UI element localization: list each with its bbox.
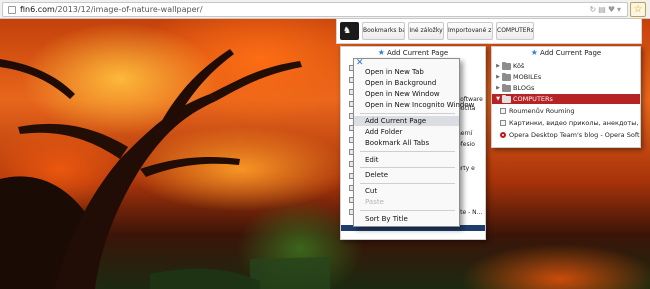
bookmark-item[interactable]: Opera Desktop Team's blog - Opera Soft..…: [492, 130, 640, 140]
folder-row-mobiles[interactable]: ▶ MOBILEs: [492, 72, 640, 82]
page-icon: [500, 108, 506, 114]
bookmark-label: Roumenův Rouming: [509, 107, 575, 115]
dropdown-icon[interactable]: ▾: [617, 5, 623, 14]
folder-label: MOBILEs: [513, 73, 542, 81]
expand-arrow-icon[interactable]: ▶: [495, 61, 501, 71]
folder-icon: [502, 95, 511, 103]
star-icon: ★: [377, 48, 385, 57]
url-path: /2013/12/image-of-nature-wallpaper/: [54, 5, 203, 14]
menu-open-incognito[interactable]: Open in New Incognito Window: [365, 100, 474, 110]
collapse-arrow-icon[interactable]: ▼: [495, 94, 501, 104]
page-icon: [8, 6, 16, 14]
page-icon: [500, 120, 506, 126]
folder-row-blogs[interactable]: ▶ BLOGs: [492, 83, 640, 93]
opera-icon: [500, 132, 506, 138]
importovane-button[interactable]: Importované z...: [447, 22, 493, 40]
menu-open-background[interactable]: Open in Background: [365, 78, 436, 88]
ine-zalozky-button[interactable]: Iné záložky: [408, 22, 444, 40]
speed-dial-icon[interactable]: ▤: [598, 5, 608, 14]
add-current-page-header[interactable]: ★ Add Current Page: [341, 47, 485, 58]
address-bar: fin6.com/2013/12/image-of-nature-wallpap…: [0, 0, 650, 19]
bookmark-item[interactable]: Roumenův Rouming: [492, 106, 640, 116]
bookmark-label: Opera Desktop Team's blog - Opera Soft..…: [509, 131, 640, 139]
url-text[interactable]: fin6.com/2013/12/image-of-nature-wallpap…: [20, 4, 203, 16]
menu-open-new-tab[interactable]: Open in New Tab: [365, 67, 424, 77]
header-label: Add Current Page: [386, 49, 449, 57]
menu-delete[interactable]: Delete: [365, 170, 388, 180]
expand-arrow-icon[interactable]: ▶: [495, 83, 501, 93]
add-current-page-header[interactable]: ★ Add Current Page: [492, 47, 640, 58]
url-field[interactable]: fin6.com/2013/12/image-of-nature-wallpap…: [2, 2, 628, 17]
computers-button[interactable]: COMPUTERs: [496, 22, 534, 40]
bookmark-label: Картинки, видео приколы, анекдоты, с...: [509, 119, 640, 127]
url-action-icons: ↻▤♥▾: [590, 5, 623, 15]
folder-label: BLOGs: [513, 84, 535, 92]
menu-edit[interactable]: Edit: [365, 155, 379, 165]
menu-separator: [360, 113, 455, 114]
bookmarks-bar-button[interactable]: Bookmarks bar: [362, 22, 405, 40]
bookmark-star-button[interactable]: ☆: [630, 2, 646, 17]
menu-bookmark-all-tabs[interactable]: Bookmark All Tabs: [365, 138, 429, 148]
refresh-icon[interactable]: ↻: [590, 5, 599, 14]
star-icon: ★: [530, 48, 538, 57]
folder-row-kos[interactable]: ▶ Kôš: [492, 61, 640, 71]
menu-cut[interactable]: Cut: [365, 186, 377, 196]
folder-label: COMPUTERs: [513, 95, 553, 103]
bookmark-item[interactable]: Картинки, видео приколы, анекдоты, с...: [492, 118, 640, 128]
url-host: fin6.com: [20, 5, 55, 14]
menu-paste: Paste: [365, 198, 384, 206]
folder-row-computers[interactable]: ▼ COMPUTERs: [492, 94, 640, 104]
x-icon[interactable]: ✕: [356, 59, 364, 68]
menu-sort-by-title[interactable]: Sort By Title: [365, 214, 408, 224]
menu-separator: [360, 183, 455, 184]
menu-open-new-window[interactable]: Open in New Window: [365, 89, 440, 99]
folder-label: Kôš: [513, 62, 525, 70]
menu-separator: [360, 151, 455, 152]
bookmarks-toolbar: ♞ Bookmarks bar Iné záložky Importované …: [336, 19, 642, 44]
menu-add-current-page[interactable]: Add Current Page: [354, 116, 459, 126]
bookmarks-pane-right: ★ Add Current Page ▶ Kôš ▶ MOBILEs ▶ BLOGs ▼…: [491, 46, 641, 148]
folder-icon: [502, 73, 511, 81]
bookmark-thumb-icon: ♞: [343, 26, 352, 36]
menu-separator: [360, 210, 455, 211]
star-icon: ☆: [633, 4, 643, 15]
peek-text: ste - N...: [457, 209, 483, 216]
folder-icon: [502, 84, 511, 92]
header-label: Add Current Page: [539, 49, 602, 57]
folder-icon: [502, 62, 511, 70]
heart-icon[interactable]: ♥: [608, 5, 617, 14]
context-menu: ✕ Open in New Tab Open in Background Ope…: [353, 58, 474, 227]
menu-add-folder[interactable]: Add Folder: [365, 127, 402, 137]
expand-arrow-icon[interactable]: ▶: [495, 72, 501, 82]
bookmark-thumbnail[interactable]: ♞: [340, 22, 359, 40]
menu-separator: [360, 167, 455, 168]
